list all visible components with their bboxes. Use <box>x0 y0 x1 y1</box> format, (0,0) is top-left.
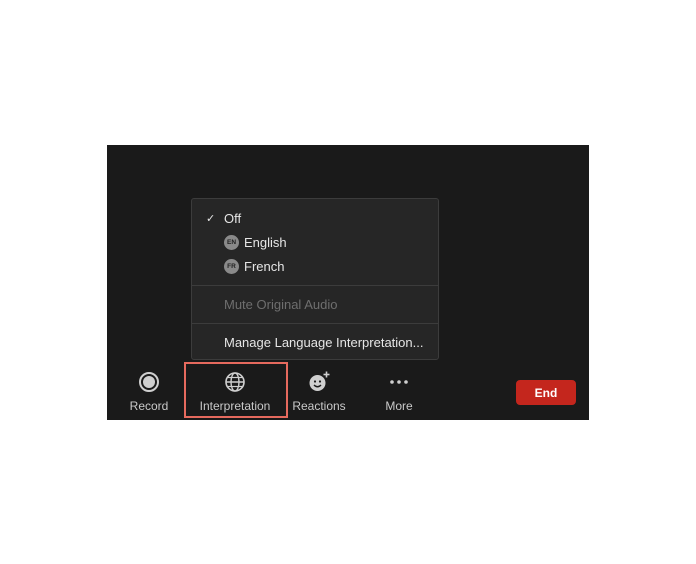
interpretation-menu: ✓ Off EN English FR French Mute Original… <box>191 198 439 360</box>
manage-language-interpretation-label: Manage Language Interpretation... <box>224 334 424 350</box>
ellipsis-icon <box>388 370 410 394</box>
menu-item-english[interactable]: EN English <box>192 231 438 253</box>
record-icon <box>138 370 160 394</box>
more-button[interactable]: More <box>374 370 424 418</box>
menu-item-off-label: Off <box>224 210 242 226</box>
menu-item-french[interactable]: FR French <box>192 255 438 277</box>
end-button[interactable]: End <box>516 380 576 405</box>
menu-item-french-label: French <box>244 258 285 274</box>
record-button[interactable]: Record <box>124 370 174 418</box>
menu-item-manage-language-interpretation[interactable]: Manage Language Interpretation... <box>192 331 438 353</box>
menu-item-off[interactable]: ✓ Off <box>192 207 438 229</box>
french-badge-icon: FR <box>224 258 239 274</box>
menu-item-english-label: English <box>244 234 287 250</box>
globe-icon <box>224 370 246 394</box>
menu-divider <box>192 285 438 286</box>
reactions-label: Reactions <box>292 399 346 413</box>
page: ✓ Off EN English FR French Mute Original… <box>0 0 696 564</box>
english-badge-icon: EN <box>224 234 239 250</box>
record-label: Record <box>129 399 169 413</box>
reactions-button[interactable]: Reactions <box>290 370 348 418</box>
more-label: More <box>385 399 413 413</box>
menu-divider <box>192 323 438 324</box>
menu-item-mute-original-audio: Mute Original Audio <box>192 293 438 315</box>
interpretation-button[interactable]: Interpretation <box>190 370 280 418</box>
checkmark-icon: ✓ <box>206 212 216 225</box>
interpretation-label: Interpretation <box>199 399 271 413</box>
smiley-plus-icon <box>307 370 331 394</box>
mute-original-audio-label: Mute Original Audio <box>224 296 338 312</box>
